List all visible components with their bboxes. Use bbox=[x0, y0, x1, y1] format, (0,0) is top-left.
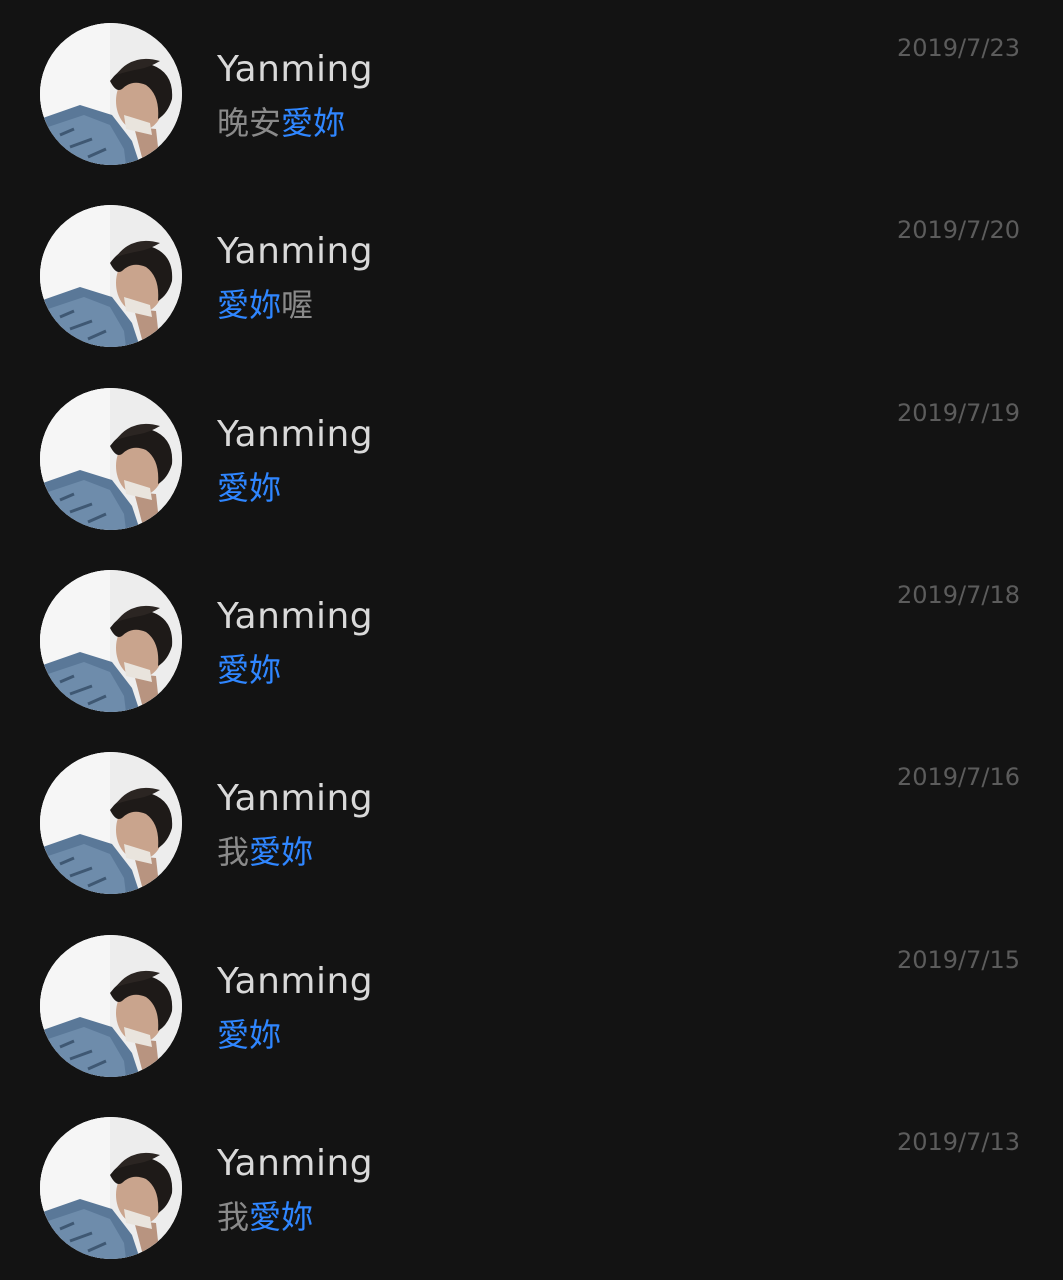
highlighted-text: 愛妳 bbox=[281, 104, 346, 142]
preview-text: 我 bbox=[217, 1197, 250, 1236]
contact-name: Yanming bbox=[217, 413, 374, 455]
preview-text: 喔 bbox=[281, 286, 314, 325]
contact-name: Yanming bbox=[217, 231, 374, 273]
avatar-photo-icon bbox=[40, 569, 182, 712]
preview-text: 我 bbox=[217, 833, 250, 872]
message-date: 2019/7/15 bbox=[896, 945, 1020, 974]
avatar-photo-icon bbox=[40, 934, 182, 1077]
highlighted-text: 愛妳 bbox=[217, 1015, 282, 1054]
message-preview: 愛妳 bbox=[217, 1014, 281, 1056]
avatar-photo-icon bbox=[40, 205, 182, 348]
preview-text: 晚安 bbox=[217, 104, 282, 142]
chat-row-4[interactable]: Yanming 愛妳 2019/7/18 bbox=[0, 547, 1063, 729]
message-date: 2019/7/20 bbox=[896, 216, 1020, 245]
avatar-photo-icon bbox=[40, 1116, 182, 1259]
avatar[interactable] bbox=[40, 23, 182, 165]
avatar[interactable] bbox=[40, 934, 182, 1077]
avatar[interactable] bbox=[40, 387, 182, 530]
highlighted-text: 愛妳 bbox=[249, 1197, 314, 1236]
contact-name: Yanming bbox=[217, 595, 374, 637]
message-preview: 我愛妳 bbox=[217, 1196, 313, 1238]
message-preview: 愛妳喔 bbox=[217, 284, 313, 326]
chat-row-2[interactable]: Yanming 愛妳喔 2019/7/20 bbox=[0, 182, 1063, 364]
message-date: 2019/7/23 bbox=[896, 34, 1020, 62]
message-date: 2019/7/16 bbox=[896, 763, 1020, 792]
avatar[interactable] bbox=[40, 752, 182, 895]
contact-name: Yanming bbox=[217, 49, 374, 90]
message-date: 2019/7/19 bbox=[896, 398, 1020, 427]
chat-row-3[interactable]: Yanming 愛妳 2019/7/19 bbox=[0, 365, 1063, 547]
avatar-photo-icon bbox=[40, 23, 182, 165]
avatar[interactable] bbox=[40, 1116, 182, 1259]
avatar-photo-icon bbox=[40, 387, 182, 530]
highlighted-text: 愛妳 bbox=[217, 468, 282, 507]
chat-list: Yanming 晚安愛妳 2019/7/23 Yanming 愛妳喔 2019/… bbox=[0, 0, 1063, 1280]
message-preview: 晚安愛妳 bbox=[217, 102, 345, 144]
message-date: 2019/7/18 bbox=[896, 580, 1020, 609]
chat-row-5[interactable]: Yanming 我愛妳 2019/7/16 bbox=[0, 729, 1063, 911]
avatar-photo-icon bbox=[40, 752, 182, 895]
contact-name: Yanming bbox=[217, 778, 374, 820]
avatar[interactable] bbox=[40, 569, 182, 712]
chat-row-6[interactable]: Yanming 愛妳 2019/7/15 bbox=[0, 912, 1063, 1094]
message-preview: 我愛妳 bbox=[217, 831, 313, 873]
chat-row-7[interactable]: Yanming 我愛妳 2019/7/13 bbox=[0, 1094, 1063, 1276]
message-preview: 愛妳 bbox=[217, 649, 281, 691]
highlighted-text: 愛妳 bbox=[217, 286, 282, 325]
contact-name: Yanming bbox=[217, 1142, 374, 1184]
highlighted-text: 愛妳 bbox=[217, 650, 282, 689]
highlighted-text: 愛妳 bbox=[249, 833, 314, 872]
avatar[interactable] bbox=[40, 205, 182, 348]
message-preview: 愛妳 bbox=[217, 467, 281, 509]
chat-row-1[interactable]: Yanming 晚安愛妳 2019/7/23 bbox=[0, 0, 1063, 182]
contact-name: Yanming bbox=[217, 960, 374, 1002]
message-date: 2019/7/13 bbox=[896, 1127, 1020, 1156]
